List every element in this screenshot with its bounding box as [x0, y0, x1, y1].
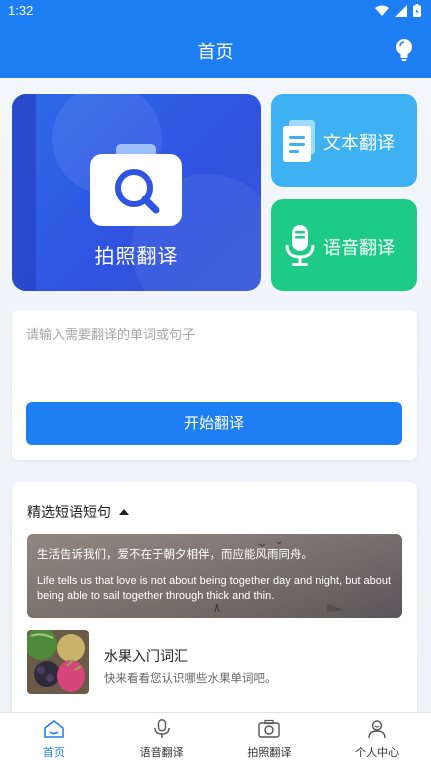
app-bar: 首页 — [0, 24, 431, 78]
signal-icon — [395, 4, 407, 17]
microphone-icon — [285, 225, 315, 266]
phrases-panel: 精选短语短句 生活告诉我们，爱不在于朝夕相伴，而应能风雨同舟。 Life tel… — [12, 482, 417, 712]
photo-translate-label: 拍照翻译 — [94, 244, 179, 268]
translate-input-panel: 开始翻译 — [12, 310, 417, 460]
camera-search-icon — [90, 144, 182, 226]
microphone-icon — [153, 719, 170, 738]
start-translate-button[interactable]: 开始翻译 — [26, 402, 402, 445]
status-bar: 1:32 — [0, 0, 431, 24]
tab-profile-label: 个人中心 — [355, 746, 400, 759]
document-icon — [283, 120, 315, 162]
vocab-list-item[interactable]: 水果入门词汇 快来看看您认识哪些水果单词吧。 — [27, 630, 402, 696]
tab-photo-translate[interactable]: 拍照翻译 — [216, 713, 324, 760]
translate-input[interactable] — [26, 324, 402, 394]
quote-card[interactable]: 生活告诉我们，爱不在于朝夕相伴，而应能风雨同舟。 Life tells us t… — [27, 534, 402, 618]
phrases-title: 精选短语短句 — [27, 505, 111, 521]
text-translate-label: 文本翻译 — [323, 133, 395, 154]
tab-home-label: 首页 — [42, 746, 65, 759]
home-icon — [44, 719, 64, 738]
tab-home[interactable]: 首页 — [0, 713, 108, 760]
text-translate-card[interactable]: 文本翻译 — [271, 94, 417, 187]
voice-translate-label: 语音翻译 — [323, 238, 395, 259]
quote-english: Life tells us that love is not about bei… — [37, 575, 392, 602]
battery-icon — [413, 4, 421, 17]
vocab-description: 快来看看您认识哪些水果单词吧。 — [104, 671, 277, 685]
user-icon — [368, 720, 386, 739]
wifi-icon — [375, 5, 389, 16]
tab-photo-translate-label: 拍照翻译 — [247, 746, 292, 759]
vocab-title: 水果入门词汇 — [104, 649, 188, 665]
quote-chinese: 生活告诉我们，爱不在于朝夕相伴，而应能风雨同舟。 — [37, 547, 313, 561]
camera-icon — [258, 719, 281, 738]
photo-translate-card[interactable]: 拍照翻译 — [12, 94, 261, 291]
status-icons — [375, 4, 421, 17]
bottom-tab-bar: 首页 语音翻译 拍照翻译 个人中心 — [0, 712, 431, 760]
phrases-header[interactable]: 精选短语短句 — [27, 502, 129, 522]
status-time: 1:32 — [8, 3, 34, 18]
tab-voice-translate[interactable]: 语音翻译 — [108, 713, 216, 760]
lightbulb-icon[interactable] — [393, 38, 415, 62]
tab-voice-translate-label: 语音翻译 — [139, 746, 184, 759]
voice-translate-card[interactable]: 语音翻译 — [271, 199, 417, 291]
page-title: 首页 — [197, 42, 234, 63]
tab-profile[interactable]: 个人中心 — [323, 713, 431, 760]
caret-up-icon — [119, 509, 129, 515]
fruit-thumbnail — [27, 630, 89, 694]
main-content: 拍照翻译 文本翻译 语音翻译 开始翻译 精选短语短句 — [0, 78, 431, 712]
